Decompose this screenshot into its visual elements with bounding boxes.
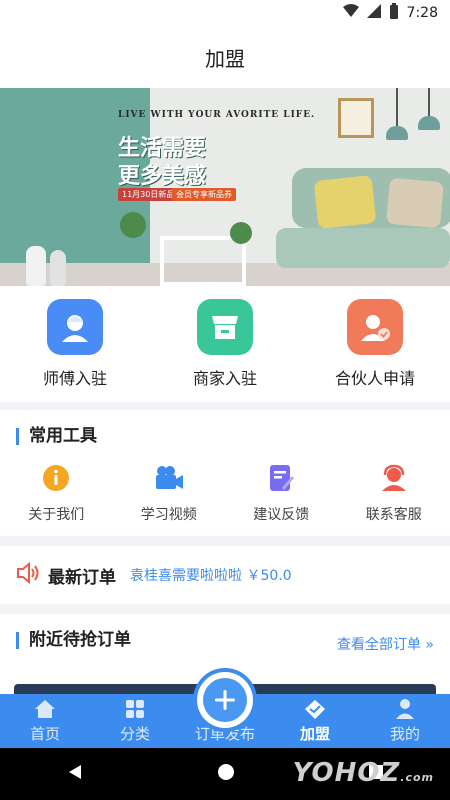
info-icon bbox=[42, 464, 70, 496]
tool-feedback-button[interactable]: 建议反馈 bbox=[231, 464, 331, 524]
tool-label: 关于我们 bbox=[28, 507, 85, 523]
banner-lamp-shade bbox=[386, 126, 408, 140]
banner-tag-date: 11月30日新品 bbox=[118, 188, 179, 201]
page-header: 加盟 bbox=[0, 26, 450, 88]
banner-shelf bbox=[160, 236, 246, 286]
banner-plant bbox=[230, 222, 252, 244]
status-bar: 7:28 bbox=[0, 0, 450, 26]
battery-icon bbox=[389, 3, 399, 23]
grid-icon bbox=[125, 697, 145, 721]
home-button-icon[interactable] bbox=[217, 763, 235, 785]
feedback-icon bbox=[268, 464, 295, 496]
promo-banner[interactable]: LIVE WITH YOUR AVORITE LIFE. 生活需要 更多美感 1… bbox=[0, 88, 450, 286]
plus-icon bbox=[203, 678, 247, 722]
worker-icon bbox=[47, 299, 103, 355]
banner-lamp-cord bbox=[396, 88, 398, 128]
video-icon bbox=[154, 464, 184, 496]
latest-order-text[interactable]: 袁桂喜需要啦啦啦 ￥50.0 bbox=[130, 565, 292, 585]
role-label: 师傅入驻 bbox=[42, 369, 107, 388]
banner-lamp-shade bbox=[418, 116, 440, 130]
banner-plant bbox=[120, 212, 146, 238]
tools-section: 常用工具 关于我们 学习视频 建议反馈 联系客服 bbox=[0, 410, 450, 536]
role-worker-button[interactable]: 师傅入驻 bbox=[15, 299, 135, 389]
banner-pillow bbox=[386, 177, 444, 229]
banner-headline-2: 更多美感 bbox=[118, 164, 207, 189]
view-all-orders-link[interactable]: 查看全部订单 » bbox=[337, 634, 434, 654]
latest-orders-bar[interactable]: 最新订单 袁桂喜需要啦啦啦 ￥50.0 bbox=[0, 546, 450, 604]
watermark-suffix: .com bbox=[400, 771, 434, 784]
banner-lamp-cord bbox=[428, 88, 430, 118]
home-icon bbox=[34, 697, 56, 721]
latest-orders-title: 最新订单 bbox=[48, 567, 116, 588]
banner-tag-member: 会员专享新品券 bbox=[172, 188, 236, 201]
publish-order-button[interactable] bbox=[197, 672, 253, 728]
role-label: 商家入驻 bbox=[192, 369, 257, 388]
tab-label: 加盟 bbox=[299, 725, 330, 743]
section-title: 附近待抢订单 bbox=[16, 632, 131, 649]
banner-vase bbox=[26, 246, 46, 286]
tool-support-button[interactable]: 联系客服 bbox=[344, 464, 444, 524]
tool-video-button[interactable]: 学习视频 bbox=[119, 464, 219, 524]
watermark-text: YOHOZ bbox=[292, 758, 401, 788]
watermark-logo: YOHOZ.com bbox=[293, 758, 434, 788]
tab-home[interactable]: 首页 bbox=[0, 697, 90, 744]
tab-mine[interactable]: 我的 bbox=[360, 697, 450, 744]
tool-label: 建议反馈 bbox=[253, 507, 310, 523]
tool-about-button[interactable]: 关于我们 bbox=[6, 464, 106, 524]
wifi-icon bbox=[342, 4, 359, 22]
banner-vase bbox=[50, 250, 66, 286]
tab-join[interactable]: 加盟 bbox=[270, 697, 360, 744]
shop-icon bbox=[197, 299, 253, 355]
tool-list: 关于我们 学习视频 建议反馈 联系客服 bbox=[0, 464, 450, 524]
banner-pillow bbox=[313, 175, 377, 229]
banner-slogan: LIVE WITH YOUR AVORITE LIFE. bbox=[118, 110, 316, 120]
speaker-icon bbox=[16, 561, 40, 588]
tab-label: 首页 bbox=[29, 725, 60, 743]
role-label: 合伙人申请 bbox=[334, 369, 415, 388]
banner-sofa-seat bbox=[276, 228, 450, 268]
status-time: 7:28 bbox=[406, 5, 438, 21]
tool-label: 学习视频 bbox=[140, 507, 197, 523]
page-title: 加盟 bbox=[205, 46, 245, 71]
handshake-icon bbox=[303, 697, 327, 721]
join-roles: 师傅入驻 商家入驻 合伙人申请 bbox=[0, 286, 450, 402]
signal-icon bbox=[366, 4, 381, 22]
section-title: 常用工具 bbox=[16, 428, 97, 445]
tab-label: 我的 bbox=[389, 725, 420, 743]
support-icon bbox=[379, 464, 409, 496]
tab-label: 分类 bbox=[119, 725, 150, 743]
tool-label: 联系客服 bbox=[365, 507, 422, 523]
role-partner-button[interactable]: 合伙人申请 bbox=[315, 299, 435, 389]
tab-category[interactable]: 分类 bbox=[90, 697, 180, 744]
user-icon bbox=[395, 697, 415, 721]
partner-icon bbox=[347, 299, 403, 355]
role-shop-button[interactable]: 商家入驻 bbox=[165, 299, 285, 389]
back-icon[interactable] bbox=[66, 763, 84, 785]
banner-picture-frame bbox=[338, 98, 374, 138]
